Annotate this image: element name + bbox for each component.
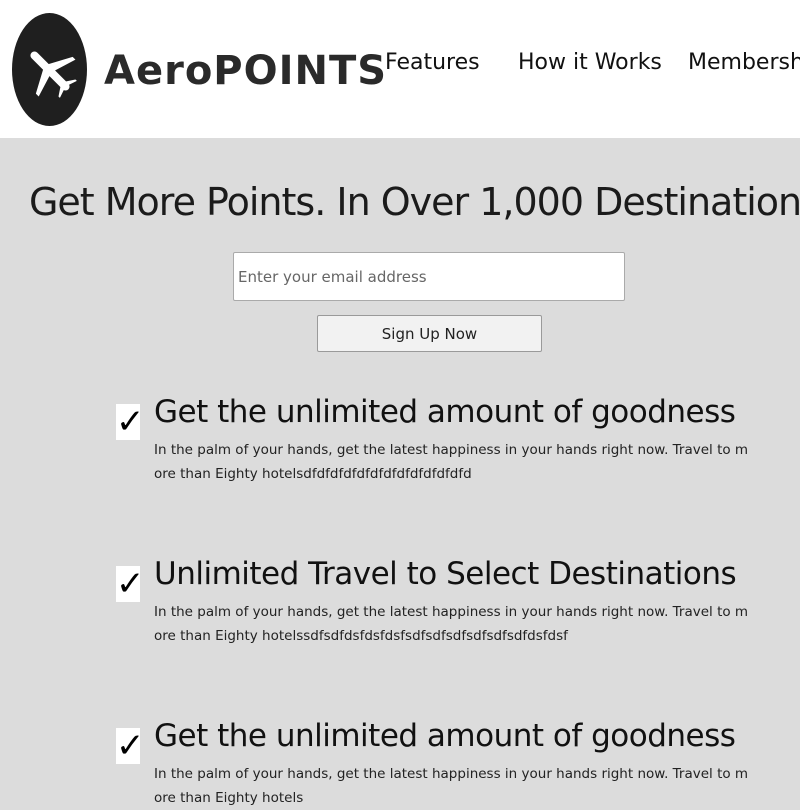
checkmark-icon: ✓ <box>116 402 145 442</box>
nav-features[interactable]: Features <box>385 48 480 78</box>
checkmark-icon: ✓ <box>116 726 145 766</box>
feature-description: In the palm of your hands, get the lates… <box>154 604 749 644</box>
email-input[interactable] <box>233 252 625 301</box>
feature-title: Unlimited Travel to Select Destinations <box>154 556 737 592</box>
feature-description: In the palm of your hands, get the lates… <box>154 766 749 806</box>
feature-title: Get the unlimited amount of goodness <box>154 718 736 754</box>
hero-headline: Get More Points. In Over 1,000 Destinati… <box>28 180 800 224</box>
brand-wordmark[interactable]: AeroPOINTS <box>104 44 387 98</box>
main-content: Get More Points. In Over 1,000 Destinati… <box>0 138 800 806</box>
checkmark-icon: ✓ <box>116 564 145 604</box>
sign-up-button[interactable]: Sign Up Now <box>317 315 542 352</box>
airplane-logo-icon[interactable] <box>12 13 87 126</box>
feature-description: In the palm of your hands, get the lates… <box>154 442 749 482</box>
feature-title: Get the unlimited amount of goodness <box>154 394 736 430</box>
nav-how-it-works[interactable]: How it Works <box>518 48 662 78</box>
nav-membership[interactable]: Membership <box>688 48 800 78</box>
site-header: AeroPOINTS Features How it Works Members… <box>0 0 800 138</box>
